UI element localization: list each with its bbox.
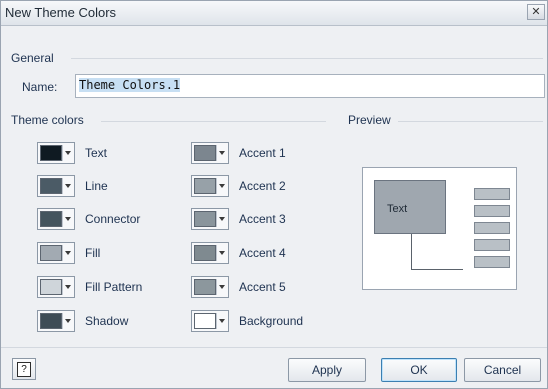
color-picker-accent-4[interactable]: Accent 4 xyxy=(191,242,286,264)
color-dropdown-button[interactable] xyxy=(37,175,75,197)
dropdown-arrow-icon xyxy=(62,178,73,194)
color-picker-text[interactable]: Text xyxy=(37,142,107,164)
color-dropdown-button[interactable] xyxy=(37,310,75,332)
dropdown-arrow-icon xyxy=(62,211,73,227)
dropdown-arrow-icon xyxy=(62,145,73,161)
color-picker-line[interactable]: Line xyxy=(37,175,108,197)
color-picker-label: Connector xyxy=(85,212,141,226)
color-dropdown-button[interactable] xyxy=(191,175,229,197)
dropdown-arrow-icon xyxy=(62,245,73,261)
dropdown-arrow-icon xyxy=(62,313,73,329)
color-swatch xyxy=(40,279,62,295)
color-dropdown-button[interactable] xyxy=(37,276,75,298)
preview-group-header: Preview xyxy=(348,113,391,127)
new-theme-colors-dialog: New Theme Colors ✕ General Name: Theme C… xyxy=(0,0,548,389)
preview-stack-shape xyxy=(474,222,510,234)
color-swatch xyxy=(40,245,62,261)
color-swatch xyxy=(194,279,216,295)
color-picker-accent-2[interactable]: Accent 2 xyxy=(191,175,286,197)
color-dropdown-button[interactable] xyxy=(191,276,229,298)
color-picker-accent-5[interactable]: Accent 5 xyxy=(191,276,286,298)
color-swatch xyxy=(194,178,216,194)
color-picker-label: Accent 1 xyxy=(239,146,286,160)
color-dropdown-button[interactable] xyxy=(191,142,229,164)
color-picker-connector[interactable]: Connector xyxy=(37,208,140,230)
preview-pane: Text xyxy=(362,167,517,290)
apply-button[interactable]: Apply xyxy=(288,358,366,382)
preview-shape: Text xyxy=(374,180,446,234)
color-picker-fill[interactable]: Fill xyxy=(37,242,100,264)
color-picker-fill-pattern[interactable]: Fill Pattern xyxy=(37,276,142,298)
preview-stack-shape xyxy=(474,188,510,200)
preview-stack-shape xyxy=(474,205,510,217)
cancel-button[interactable]: Cancel xyxy=(464,358,541,382)
color-picker-accent-3[interactable]: Accent 3 xyxy=(191,208,286,230)
name-input-value: Theme Colors.1 xyxy=(79,78,181,92)
theme-colors-divider xyxy=(101,121,326,122)
dropdown-arrow-icon xyxy=(62,279,73,295)
color-picker-label: Fill Pattern xyxy=(85,280,143,294)
color-picker-label: Shadow xyxy=(85,314,129,328)
general-divider xyxy=(71,58,543,59)
color-dropdown-button[interactable] xyxy=(37,142,75,164)
color-picker-shadow[interactable]: Shadow xyxy=(37,310,128,332)
color-dropdown-button[interactable] xyxy=(37,208,75,230)
preview-connector-line xyxy=(411,234,412,270)
preview-connector-line xyxy=(411,269,463,270)
dropdown-arrow-icon xyxy=(216,211,227,227)
name-input[interactable]: Theme Colors.1 xyxy=(75,74,545,98)
ok-button[interactable]: OK xyxy=(381,358,457,382)
color-swatch xyxy=(40,313,62,329)
theme-colors-group-header: Theme colors xyxy=(11,113,84,127)
close-button[interactable]: ✕ xyxy=(527,4,545,20)
help-button[interactable]: ? xyxy=(12,358,36,380)
color-picker-label: Line xyxy=(85,179,108,193)
color-picker-label: Accent 5 xyxy=(239,280,286,294)
general-group-header: General xyxy=(11,51,54,65)
close-icon: ✕ xyxy=(531,5,541,18)
preview-shape-text: Text xyxy=(387,203,408,215)
dialog-title: New Theme Colors xyxy=(5,5,117,20)
color-picker-label: Accent 3 xyxy=(239,212,286,226)
color-picker-accent-1[interactable]: Accent 1 xyxy=(191,142,286,164)
color-picker-label: Accent 4 xyxy=(239,246,286,260)
preview-stack-shape xyxy=(474,256,510,268)
color-dropdown-button[interactable] xyxy=(191,208,229,230)
color-dropdown-button[interactable] xyxy=(191,242,229,264)
color-picker-background[interactable]: Background xyxy=(191,310,303,332)
dropdown-arrow-icon xyxy=(216,279,227,295)
preview-divider xyxy=(398,121,543,122)
color-swatch xyxy=(40,178,62,194)
color-picker-label: Text xyxy=(85,146,108,160)
color-swatch xyxy=(40,211,62,227)
dropdown-arrow-icon xyxy=(216,313,227,329)
color-swatch xyxy=(194,313,216,329)
preview-stack-shape xyxy=(474,239,510,251)
color-dropdown-button[interactable] xyxy=(191,310,229,332)
color-swatch xyxy=(194,145,216,161)
color-swatch xyxy=(194,211,216,227)
footer-divider xyxy=(1,347,547,348)
dropdown-arrow-icon xyxy=(216,245,227,261)
dropdown-arrow-icon xyxy=(216,145,227,161)
color-swatch xyxy=(40,145,62,161)
name-label: Name: xyxy=(22,80,58,94)
title-bar[interactable]: New Theme Colors ✕ xyxy=(1,1,547,26)
color-picker-label: Accent 2 xyxy=(239,179,286,193)
color-picker-label: Fill xyxy=(85,246,101,260)
color-swatch xyxy=(194,245,216,261)
color-picker-label: Background xyxy=(239,314,304,328)
color-dropdown-button[interactable] xyxy=(37,242,75,264)
help-icon: ? xyxy=(17,361,31,377)
dropdown-arrow-icon xyxy=(216,178,227,194)
